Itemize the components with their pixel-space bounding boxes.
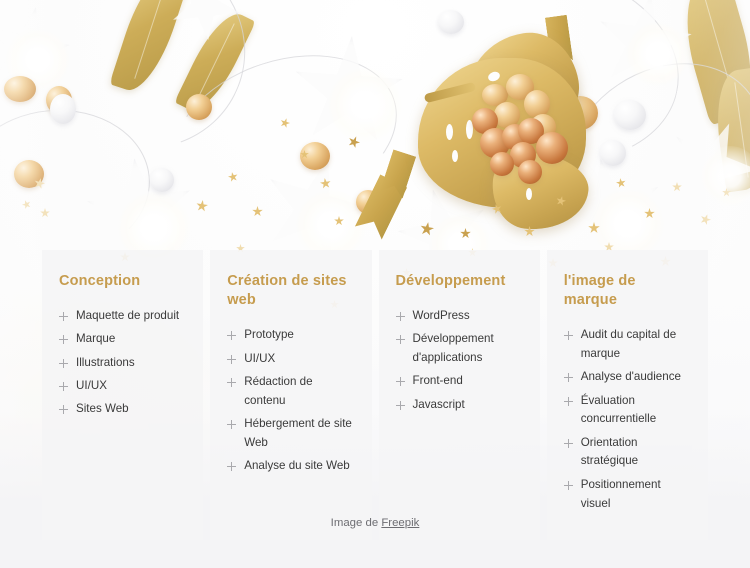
service-list-item[interactable]: Positionnement visuel: [563, 476, 691, 514]
service-card-image-de-marque: l'image de marque Audit du capital de ma…: [546, 250, 708, 540]
service-item-label: Hébergement de site Web: [244, 416, 352, 449]
service-item-label: Prototype: [244, 328, 294, 342]
monstera-hole: [446, 124, 453, 140]
service-item-label: Sites Web: [76, 402, 129, 416]
plus-icon: [227, 377, 237, 387]
service-item-label: WordPress: [412, 309, 470, 323]
service-list-item[interactable]: Maquette de produit: [59, 307, 186, 326]
plus-icon: [59, 381, 68, 391]
service-item-list: Prototype UI/UX Rédaction de contenu Héb…: [227, 326, 354, 475]
monstera-leaf-tray: [406, 25, 602, 235]
service-list-item[interactable]: Analyse du site Web: [227, 457, 354, 476]
service-list-item[interactable]: Analyse d'audience: [563, 368, 691, 387]
plus-icon: [227, 354, 237, 364]
service-list-item[interactable]: Sites Web: [59, 400, 186, 419]
service-card-title: Création de sites web: [227, 273, 347, 309]
plus-icon: [563, 373, 573, 383]
service-list-item[interactable]: Orientation stratégique: [563, 434, 691, 472]
amber-bead: [4, 76, 36, 102]
service-item-label: UI/UX: [76, 378, 107, 392]
service-item-label: Évaluation concurrentielle: [580, 393, 657, 426]
freepik-link[interactable]: Freepik: [381, 517, 419, 529]
service-item-list: Maquette de produit Marque Illustrations…: [59, 307, 186, 419]
service-card-title: Conception: [59, 273, 141, 289]
service-item-label: Maquette de produit: [76, 309, 180, 323]
plus-icon: [227, 419, 237, 429]
service-item-list: WordPress Développement d'applications F…: [395, 307, 523, 415]
monstera-hole: [526, 188, 532, 200]
service-card-creation-de-sites-web: Création de sites web Prototype UI/UX Ré…: [210, 250, 372, 540]
plus-icon: [395, 377, 405, 387]
service-card-title: l'image de marque: [563, 273, 636, 309]
service-list-item[interactable]: UI/UX: [59, 377, 186, 396]
image-credit-prefix: Image de: [330, 517, 382, 529]
plus-icon: [395, 400, 405, 410]
plus-icon: [563, 480, 573, 490]
plus-icon: [563, 331, 573, 341]
plus-icon: [563, 438, 573, 448]
service-list-item[interactable]: Illustrations: [59, 354, 186, 373]
clear-crystal-bead: [150, 168, 174, 192]
service-list-item[interactable]: Prototype: [227, 326, 354, 345]
service-item-label: Audit du capital de marque: [580, 328, 677, 361]
service-list-item[interactable]: Développement d'applications: [395, 330, 523, 368]
service-item-label: Développement d'applications: [412, 332, 494, 365]
services-card-grid: Conception Maquette de produit Marque Il…: [42, 250, 708, 540]
service-item-label: UI/UX: [244, 351, 276, 365]
plus-icon: [59, 405, 68, 415]
plus-icon: [563, 396, 573, 406]
clear-crystal-bead: [614, 100, 646, 130]
service-list-item[interactable]: Marque: [59, 330, 186, 349]
page-root: Conception Maquette de produit Marque Il…: [0, 0, 750, 568]
copper-ornament: [536, 132, 568, 164]
service-list-item[interactable]: Javascript: [395, 396, 523, 415]
service-item-label: Analyse du site Web: [244, 458, 350, 472]
service-card-developpement: Développement WordPress Développement d'…: [378, 250, 540, 540]
service-item-label: Analyse d'audience: [580, 370, 681, 384]
service-item-label: Positionnement visuel: [580, 477, 661, 510]
image-credit: Image de Freepik: [0, 517, 750, 529]
copper-ornament: [490, 152, 514, 176]
service-card-conception: Conception Maquette de produit Marque Il…: [42, 250, 204, 540]
service-list-item[interactable]: Front-end: [395, 372, 523, 391]
service-item-label: Illustrations: [76, 355, 135, 369]
service-item-label: Javascript: [412, 397, 465, 411]
service-item-label: Marque: [76, 332, 116, 346]
plus-icon: [59, 312, 68, 322]
copper-ornament: [518, 160, 542, 184]
service-list-item[interactable]: WordPress: [395, 307, 523, 326]
service-card-title: Développement: [395, 273, 506, 289]
plus-icon: [59, 335, 68, 345]
service-item-list: Audit du capital de marque Analyse d'aud…: [563, 326, 691, 514]
service-list-item[interactable]: Audit du capital de marque: [563, 326, 691, 364]
service-item-label: Front-end: [412, 374, 463, 388]
service-list-item[interactable]: Évaluation concurrentielle: [563, 392, 691, 430]
amber-bead: [186, 94, 212, 120]
plus-icon: [395, 335, 405, 345]
plus-icon: [59, 358, 68, 368]
clear-crystal-bead: [50, 94, 76, 124]
monstera-hole: [452, 150, 458, 162]
service-list-item[interactable]: Hébergement de site Web: [227, 415, 354, 453]
clear-crystal-bead: [600, 140, 626, 166]
plus-icon: [227, 331, 237, 341]
plus-icon: [395, 312, 405, 322]
service-list-item[interactable]: UI/UX: [227, 350, 354, 369]
service-list-item[interactable]: Rédaction de contenu: [227, 373, 354, 411]
service-item-label: Orientation stratégique: [580, 435, 639, 468]
service-item-label: Rédaction de contenu: [244, 374, 313, 407]
plus-icon: [227, 461, 237, 471]
